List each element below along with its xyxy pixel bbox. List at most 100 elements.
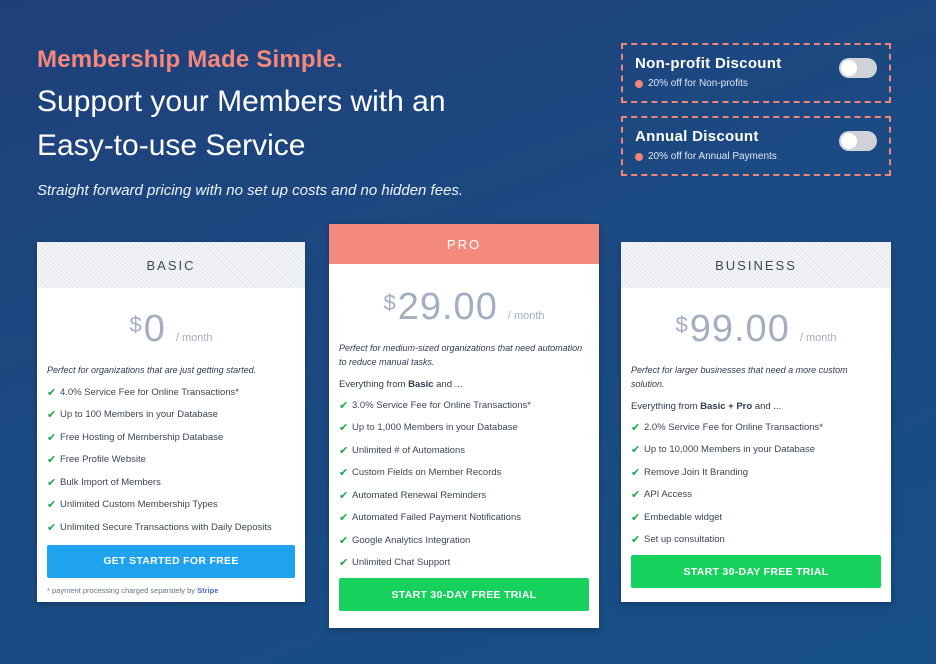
price-amount: 99.00 [689, 308, 790, 350]
feature-list: ✔ 3.0% Service Fee for Online Transaction… [329, 394, 599, 574]
plan-name-business: BUSINESS [621, 242, 891, 288]
feature-text: 2.0% Service Fee for Online Transactions… [644, 421, 824, 433]
currency-symbol: $ [675, 312, 688, 337]
feature-item: ✔ 2.0% Service Fee for Online Transaction… [631, 416, 881, 439]
feature-item: ✔ API Access [631, 484, 881, 507]
feature-item: ✔ Free Profile Website [47, 449, 295, 472]
feature-text: Remove Join It Branding [644, 466, 749, 478]
plan-description: Perfect for medium-sized organizations t… [339, 343, 583, 367]
feature-text: Embedable widget [644, 511, 723, 523]
intro-bold: Basic + Pro [700, 401, 753, 412]
check-icon: ✔ [339, 422, 349, 435]
feature-text: Bulk Import of Members [60, 476, 161, 488]
check-icon: ✔ [47, 409, 57, 422]
check-icon: ✔ [631, 511, 641, 524]
check-icon: ✔ [339, 489, 349, 502]
currency-symbol: $ [383, 290, 396, 315]
get-started-free-button[interactable]: GET STARTED FOR FREE [47, 544, 295, 578]
plan-card-basic: BASIC $ 0 / month Perfect for organizati… [37, 242, 305, 602]
feature-text: Unlimited Secure Transactions with Daily… [60, 521, 272, 533]
plan-description: Perfect for larger businesses that need … [631, 365, 848, 389]
feature-item: ✔ Unlimited Chat Support [339, 552, 589, 575]
feature-text: 3.0% Service Fee for Online Transactions… [352, 399, 532, 411]
feature-text: Up to 1,000 Members in your Database [352, 422, 518, 434]
payment-footnote: * payment processing charged separately … [37, 586, 305, 595]
feature-text: Google Analytics Integration [352, 534, 471, 546]
feature-item: ✔ Custom Fields on Member Records [339, 462, 589, 485]
info-icon [635, 79, 643, 88]
plan-description: Perfect for organizations that are just … [47, 365, 257, 375]
feature-item: ✔ Embedable widget [631, 506, 881, 529]
intro-bold: Basic [408, 379, 434, 390]
feature-item: ✔ Set up consultation [631, 529, 881, 552]
price-period: / month [799, 332, 837, 344]
footnote-text: * payment processing charged separately … [47, 585, 196, 595]
check-icon: ✔ [47, 454, 57, 467]
check-icon: ✔ [47, 476, 57, 489]
check-icon: ✔ [631, 444, 641, 457]
feature-text: Up to 100 Members in your Database [60, 409, 218, 421]
plan-card-pro: PRO $ 29.00 / month Perfect for medium-s… [329, 224, 599, 628]
nonprofit-discount-box: Non-profit Discount 20% off for Non-prof… [621, 43, 891, 103]
plan-card-business: BUSINESS $ 99.00 / month Perfect for lar… [621, 242, 891, 602]
eyebrow-title: Membership Made Simple. [37, 46, 344, 73]
annual-discount-note: 20% off for Annual Payments [635, 151, 877, 162]
intro-prefix: Everything from [631, 401, 701, 412]
feature-text: Set up consultation [644, 534, 725, 546]
feature-text: Unlimited # of Automations [352, 444, 466, 456]
feature-text: Unlimited Chat Support [352, 557, 451, 569]
hero-section: Membership Made Simple. Support your Mem… [37, 46, 597, 199]
annual-discount-toggle[interactable] [839, 131, 877, 151]
price-amount: 29.00 [397, 286, 498, 328]
check-icon: ✔ [47, 431, 57, 444]
feature-item: ✔ Unlimited Custom Membership Types [47, 494, 295, 517]
check-icon: ✔ [339, 399, 349, 412]
check-icon: ✔ [339, 444, 349, 457]
check-icon: ✔ [339, 557, 349, 570]
feature-text: Custom Fields on Member Records [352, 467, 502, 479]
plan-name-basic: BASIC [37, 242, 305, 288]
headline-line-1: Support your Members with an [37, 85, 446, 118]
nonprofit-discount-toggle[interactable] [839, 58, 877, 78]
feature-item: ✔ Unlimited Secure Transactions with Dail… [47, 516, 295, 539]
feature-list: ✔ 2.0% Service Fee for Online Transaction… [621, 416, 891, 551]
feature-list: ✔ 4.0% Service Fee for Online Transaction… [37, 381, 305, 539]
check-icon: ✔ [47, 521, 57, 534]
annual-discount-box: Annual Discount 20% off for Annual Payme… [621, 116, 891, 176]
feature-text: 4.0% Service Fee for Online Transactions… [60, 386, 240, 398]
feature-item: ✔ Unlimited # of Automations [339, 439, 589, 462]
stripe-link[interactable]: Stripe [197, 586, 218, 595]
check-icon: ✔ [631, 421, 641, 434]
nonprofit-discount-note-text: 20% off for Non-profits [648, 78, 748, 89]
check-icon: ✔ [47, 499, 57, 512]
intro-suffix: and ... [433, 379, 463, 390]
feature-item: ✔ Bulk Import of Members [47, 471, 295, 494]
plan-intro: Everything from Basic + Pro and ... [621, 401, 891, 412]
price-period: / month [507, 310, 545, 322]
nonprofit-discount-note: 20% off for Non-profits [635, 78, 877, 89]
toggle-knob [841, 133, 857, 149]
feature-item: ✔ Google Analytics Integration [339, 529, 589, 552]
start-trial-button-business[interactable]: START 30-DAY FREE TRIAL [631, 555, 881, 588]
check-icon: ✔ [339, 512, 349, 525]
plan-price-pro: $ 29.00 / month [329, 286, 599, 329]
plan-name-pro: PRO [329, 224, 599, 264]
price-period: / month [175, 332, 213, 344]
feature-text: Automated Renewal Reminders [352, 489, 487, 501]
feature-text: API Access [644, 489, 693, 501]
feature-item: ✔ Automated Failed Payment Notifications [339, 507, 589, 530]
page-subline: Straight forward pricing with no set up … [37, 182, 464, 199]
feature-text: Unlimited Custom Membership Types [60, 499, 218, 511]
start-trial-button-pro[interactable]: START 30-DAY FREE TRIAL [339, 578, 589, 611]
feature-item: ✔ 3.0% Service Fee for Online Transaction… [339, 394, 589, 417]
headline-line-2: Easy-to-use Service [37, 129, 306, 162]
feature-text: Up to 10,000 Members in your Database [644, 444, 816, 456]
intro-suffix: and ... [752, 401, 782, 412]
check-icon: ✔ [631, 489, 641, 502]
feature-text: Automated Failed Payment Notifications [352, 512, 521, 524]
feature-item: ✔ 4.0% Service Fee for Online Transaction… [47, 381, 295, 404]
feature-item: ✔ Up to 100 Members in your Database [47, 404, 295, 427]
check-icon: ✔ [339, 467, 349, 480]
check-icon: ✔ [339, 534, 349, 547]
info-icon [635, 152, 643, 161]
